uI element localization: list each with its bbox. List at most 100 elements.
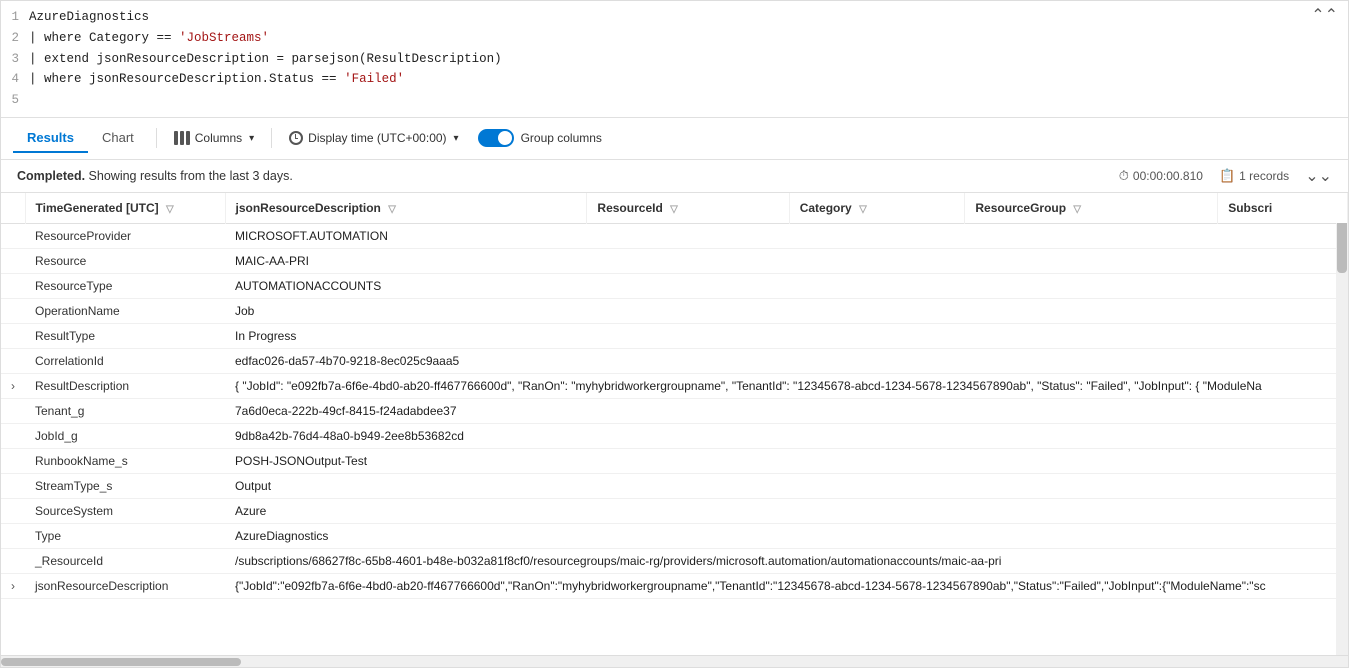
table-row: ResourceTypeAUTOMATIONACCOUNTS (1, 273, 1348, 298)
line-content: | where Category == 'JobStreams' (29, 29, 269, 48)
expand-cell (1, 223, 25, 248)
expand-cell (1, 248, 25, 273)
query-line: 2| where Category == 'JobStreams' (1, 28, 1348, 49)
expand-cell (1, 473, 25, 498)
row-key: Resource (25, 248, 225, 273)
table-row: ResourceMAIC-AA-PRI (1, 248, 1348, 273)
query-line: 5 (1, 90, 1348, 111)
display-time-button[interactable]: Display time (UTC+00:00) ▾ (280, 126, 467, 150)
query-line: 4| where jsonResourceDescription.Status … (1, 69, 1348, 90)
row-value: AUTOMATIONACCOUNTS (225, 273, 1348, 298)
row-key: JobId_g (25, 423, 225, 448)
expand-cell (1, 398, 25, 423)
group-columns-label: Group columns (521, 131, 602, 145)
horizontal-scrollbar-thumb[interactable] (1, 658, 241, 666)
row-value: POSH-JSONOutput-Test (225, 448, 1348, 473)
expand-cell (1, 298, 25, 323)
row-value: In Progress (225, 323, 1348, 348)
query-token: 'JobStreams' (179, 31, 269, 45)
status-bold: Completed. (17, 169, 85, 183)
columns-dropdown-arrow: ▾ (249, 133, 254, 144)
group-columns-toggle[interactable]: Group columns (478, 129, 602, 147)
line-number: 2 (1, 29, 29, 48)
line-number: 4 (1, 70, 29, 89)
expand-cell[interactable]: › (1, 373, 25, 398)
horizontal-scrollbar[interactable] (1, 655, 1348, 667)
row-value: Job (225, 298, 1348, 323)
query-token: 'Failed' (344, 72, 404, 86)
status-text: Completed. Showing results from the last… (17, 169, 293, 183)
main-container: 1AzureDiagnostics2| where Category == 'J… (0, 0, 1349, 668)
col-expand (1, 193, 25, 224)
row-value: /subscriptions/68627f8c-65b8-4601-b48e-b… (225, 548, 1348, 573)
status-bar: Completed. Showing results from the last… (1, 160, 1348, 193)
row-key: _ResourceId (25, 548, 225, 573)
row-value: {"JobId":"e092fb7a-6f6e-4bd0-ab20-ff4677… (225, 573, 1348, 598)
row-value: 7a6d0eca-222b-49cf-8415-f24adabdee37 (225, 398, 1348, 423)
table-row: OperationNameJob (1, 298, 1348, 323)
expand-results-button[interactable]: ⌄⌄ (1305, 166, 1332, 186)
row-value: AzureDiagnostics (225, 523, 1348, 548)
table-row: Tenant_g7a6d0eca-222b-49cf-8415-f24adabd… (1, 398, 1348, 423)
table-row: JobId_g9db8a42b-76d4-48a0-b949-2ee8b5368… (1, 423, 1348, 448)
collapse-editor-button[interactable]: ⌃⌃ (1311, 5, 1338, 25)
expand-cell (1, 423, 25, 448)
col-header-resourcegroup[interactable]: ResourceGroup ▽ (965, 193, 1218, 224)
status-detail: Showing results from the last 3 days. (89, 169, 293, 183)
row-key: OperationName (25, 298, 225, 323)
expand-cell (1, 448, 25, 473)
filter-icon[interactable]: ▽ (166, 204, 174, 215)
line-number: 5 (1, 91, 29, 110)
expand-cell (1, 498, 25, 523)
query-token: | where Category == (29, 31, 179, 45)
tab-chart[interactable]: Chart (88, 124, 148, 153)
query-token: AzureDiagnostics (29, 10, 149, 24)
table-row: ›jsonResourceDescription{"JobId":"e092fb… (1, 573, 1348, 598)
expand-cell (1, 273, 25, 298)
row-key: ResourceType (25, 273, 225, 298)
columns-icon (174, 131, 190, 145)
table-row: ›ResultDescription{ "JobId": "e092fb7a-6… (1, 373, 1348, 398)
expand-cell (1, 548, 25, 573)
filter-icon[interactable]: ▽ (388, 204, 396, 215)
table-body: ResourceProviderMICROSOFT.AUTOMATIONReso… (1, 223, 1348, 598)
expand-cell (1, 323, 25, 348)
row-value: 9db8a42b-76d4-48a0-b949-2ee8b53682cd (225, 423, 1348, 448)
filter-icon[interactable]: ▽ (859, 204, 867, 215)
columns-button[interactable]: Columns ▾ (165, 126, 263, 150)
row-key: ResultType (25, 323, 225, 348)
row-value: MICROSOFT.AUTOMATION (225, 223, 1348, 248)
filter-icon[interactable]: ▽ (670, 204, 678, 215)
toolbar: ResultsChart Columns ▾ Display time (UTC… (1, 118, 1348, 160)
row-key: SourceSystem (25, 498, 225, 523)
col-header-resourceid[interactable]: ResourceId ▽ (587, 193, 789, 224)
filter-icon[interactable]: ▽ (1073, 204, 1081, 215)
row-key: Tenant_g (25, 398, 225, 423)
col-header-category[interactable]: Category ▽ (789, 193, 965, 224)
results-table: TimeGenerated [UTC] ▽jsonResourceDescrip… (1, 193, 1348, 599)
row-key: ResourceProvider (25, 223, 225, 248)
expand-cell[interactable]: › (1, 573, 25, 598)
clock-icon (289, 131, 303, 145)
records-info: 📋 1 records (1219, 168, 1289, 184)
vertical-scrollbar[interactable] (1336, 193, 1348, 655)
table-row: RunbookName_sPOSH-JSONOutput-Test (1, 448, 1348, 473)
table-header-row: TimeGenerated [UTC] ▽jsonResourceDescrip… (1, 193, 1348, 224)
col-header-timegenerated-[utc][interactable]: TimeGenerated [UTC] ▽ (25, 193, 225, 224)
row-key: jsonResourceDescription (25, 573, 225, 598)
line-number: 3 (1, 50, 29, 69)
tab-results[interactable]: Results (13, 124, 88, 153)
row-key: StreamType_s (25, 473, 225, 498)
row-value: { "JobId": "e092fb7a-6f6e-4bd0-ab20-ff46… (225, 373, 1348, 398)
records-count: 1 records (1239, 169, 1289, 183)
row-value: MAIC-AA-PRI (225, 248, 1348, 273)
toggle-thumb (498, 131, 512, 145)
line-content: | where jsonResourceDescription.Status =… (29, 70, 404, 89)
row-key: CorrelationId (25, 348, 225, 373)
columns-label: Columns (195, 131, 242, 145)
table-row: StreamType_sOutput (1, 473, 1348, 498)
expand-cell (1, 348, 25, 373)
table-row: _ResourceId/subscriptions/68627f8c-65b8-… (1, 548, 1348, 573)
row-value: Output (225, 473, 1348, 498)
col-header-jsonresourcedescription[interactable]: jsonResourceDescription ▽ (225, 193, 587, 224)
